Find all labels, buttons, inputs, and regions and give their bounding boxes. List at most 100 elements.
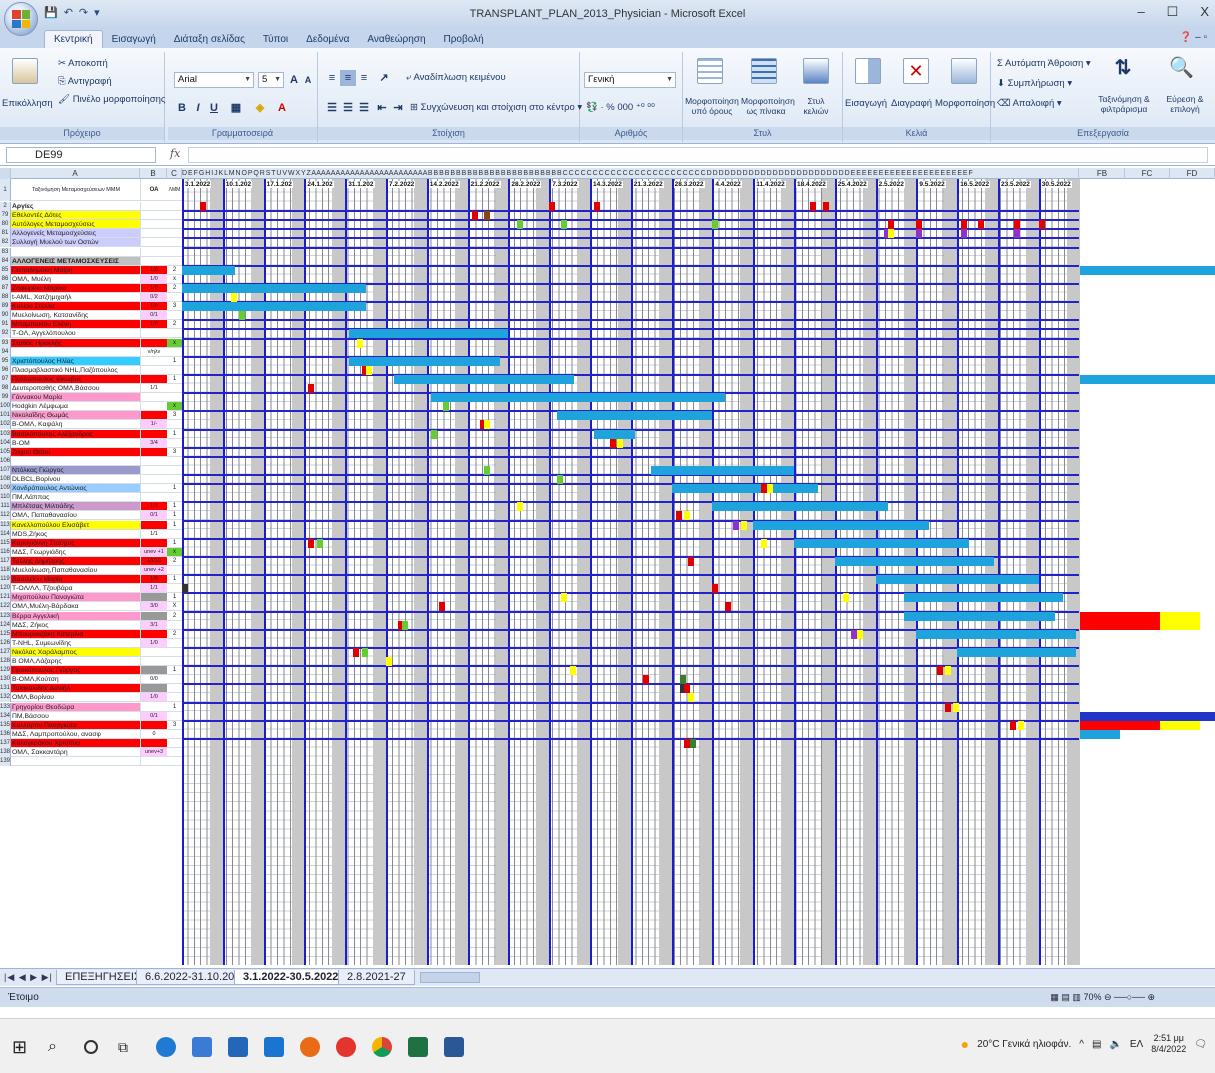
match-cell[interactable] [140,356,167,366]
number-format-select[interactable]: Γενική ▼ [584,72,676,88]
schedule-marker[interactable] [944,702,951,712]
transplant-period-bar[interactable] [349,356,501,366]
tab-page-layout[interactable]: Διάταξη σελίδας [165,31,254,48]
priority-cell[interactable]: 1 [167,575,182,585]
schedule-marker[interactable] [687,556,694,566]
font-name-select[interactable]: Arial ▼ [174,72,254,88]
patient-cell[interactable]: Αλλογενείς Μεταμοσχεύσεις [11,229,140,239]
match-cell[interactable]: 1/1 [140,384,167,394]
patient-cell[interactable]: ΟΜΛ,Βορίνου [11,693,140,703]
match-cell[interactable] [140,211,167,221]
patient-cell[interactable]: MDS,Ζήκος [11,530,140,539]
weather-icon[interactable]: ● [961,1036,969,1052]
match-cell[interactable]: 0/2 [140,293,167,303]
transplant-period-bar[interactable] [904,593,1064,603]
format-as-table-button[interactable]: Μορφοποίηση ως πίνακα [741,96,795,116]
schedule-marker[interactable] [643,675,650,685]
row-number[interactable]: 116 [0,547,11,557]
week-date-header[interactable]: 21.3.2022 [632,181,664,188]
schedule-marker[interactable] [561,220,568,230]
summary-color-block[interactable] [1160,611,1200,621]
priority-cell[interactable] [167,293,182,303]
priority-cell[interactable] [167,530,182,539]
insert-button[interactable]: Εισαγωγή [845,98,887,109]
copy-button[interactable]: ⎘ Αντιγραφή [58,76,112,87]
tray-arrow-icon[interactable]: ^ [1079,1039,1084,1050]
priority-cell[interactable] [167,675,182,685]
match-cell[interactable] [140,411,167,421]
priority-cell[interactable]: x [167,402,182,412]
priority-cell[interactable] [167,584,182,594]
transplant-period-bar[interactable] [904,611,1056,621]
row-number[interactable]: 2 [0,202,11,212]
patient-cell[interactable]: ΠΜ,Βάσσου [11,712,140,721]
delete-cells-icon[interactable]: ✕ [903,58,929,84]
priority-cell[interactable] [167,384,182,394]
schedule-marker[interactable] [365,365,372,375]
schedule-marker[interactable] [687,693,694,703]
priority-cell[interactable] [167,493,182,503]
match-cell[interactable]: 1/1 [140,502,167,512]
row-number[interactable]: 111 [0,502,11,512]
priority-cell[interactable] [167,366,182,375]
patient-cell[interactable]: Νικολαΐδης Θωμάς [11,411,140,421]
schedule-marker[interactable] [1014,229,1021,239]
summary-color-block[interactable] [1080,720,1160,730]
schedule-marker[interactable] [439,602,446,612]
match-cell[interactable]: 1/1 [140,529,167,539]
priority-cell[interactable]: 1 [167,357,182,366]
priority-cell[interactable] [167,211,182,221]
week-date-header[interactable]: 24.1.202 [306,181,334,188]
patient-cell[interactable]: Τ-ΟΛ, Αγγελόπουλου [11,329,140,339]
transplant-period-bar[interactable] [916,629,1076,639]
priority-cell[interactable] [167,229,182,239]
week-date-header[interactable]: 31.1.202 [347,181,375,188]
summary-color-block[interactable] [1080,729,1120,739]
row-number[interactable]: 125 [0,629,11,639]
match-cell[interactable]: 0/1 [140,711,167,721]
schedule-marker[interactable] [887,220,894,230]
patient-cell[interactable]: Ζαφειρίου Μαρίνα [11,283,140,293]
patient-cell[interactable]: Κολλάρου Παναγιώτα [11,720,140,730]
transplant-period-bar[interactable] [182,302,366,312]
row-number[interactable]: 106 [0,456,11,466]
align-center-icon[interactable]: ☰ [340,100,356,116]
week-date-header[interactable]: 7.3.2022 [551,181,579,188]
row-number[interactable]: 103 [0,429,11,439]
insert-cells-icon[interactable] [855,58,881,84]
patient-cell[interactable]: Προκόπουλος Γιώργος [11,666,140,676]
schedule-marker[interactable] [887,229,894,239]
row-number[interactable]: 87 [0,283,11,293]
sheet-tab-2021[interactable]: 2.8.2021-27 [338,970,415,985]
match-cell[interactable]: 10/10 [140,556,167,566]
match-cell[interactable]: 3/1 [140,620,167,630]
increase-indent-icon[interactable]: ⇥ [390,100,406,116]
priority-cell[interactable] [167,730,182,739]
priority-cell[interactable]: 1 [167,703,182,712]
help-icon[interactable]: ❓ – ▫ [1180,32,1207,43]
match-cell[interactable]: unev +1 [140,547,167,557]
patient-cell[interactable]: Χριστόπουλος Ηλίας [11,356,140,366]
match-cell[interactable]: unev +2 [140,566,167,576]
transplant-period-bar[interactable] [753,520,929,530]
underline-button[interactable]: U [206,100,222,116]
priority-cell[interactable]: 1 [167,511,182,521]
match-cell[interactable] [140,666,167,676]
schedule-marker[interactable] [675,511,682,521]
transplant-period-bar[interactable] [834,556,994,566]
cut-button[interactable]: ✂ Αποκοπή [58,58,108,69]
week-date-header[interactable]: 18.4.2022 [796,181,827,188]
row-number[interactable]: 109 [0,484,11,494]
priority-cell[interactable]: 1 [167,502,182,512]
sort-filter-button[interactable]: Ταξινόμηση & φιλτράρισμα [1091,94,1157,114]
row-number[interactable]: 105 [0,447,11,457]
row-number[interactable]: 127 [0,647,11,657]
sheet-nav-arrows-icon[interactable]: |◀ ◀ ▶ ▶| [4,972,53,983]
header-b1[interactable]: ΟΑ [140,179,167,201]
row-number[interactable]: 115 [0,538,11,548]
schedule-marker[interactable] [712,220,719,230]
priority-cell[interactable] [167,393,182,403]
row-number[interactable]: 107 [0,465,11,475]
row-number[interactable]: 123 [0,611,11,621]
paste-button[interactable]: Επικόλληση [2,98,53,109]
